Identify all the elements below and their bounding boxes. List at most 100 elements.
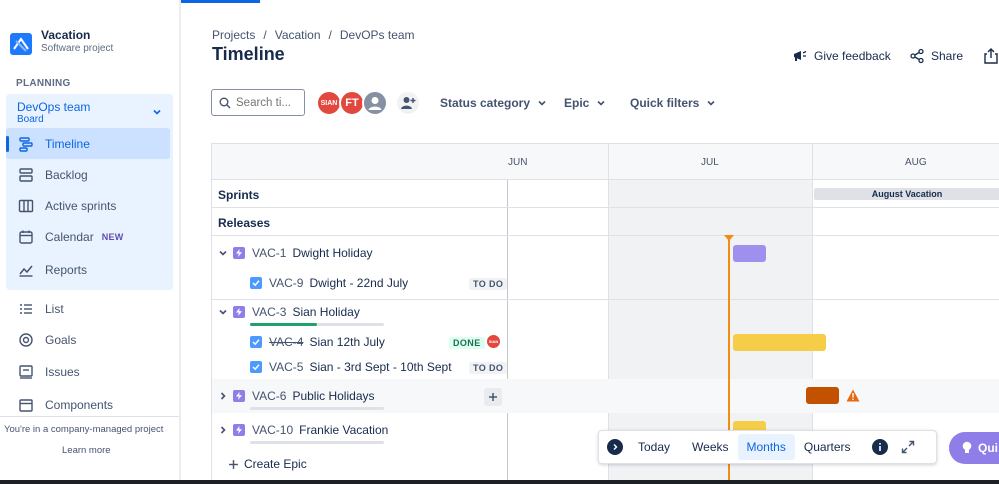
project-logo-icon	[10, 33, 32, 55]
sidebar-item-label: List	[45, 301, 64, 316]
task-icon	[250, 361, 262, 373]
give-feedback-label: Give feedback	[814, 49, 891, 63]
new-badge: NEW	[101, 231, 124, 242]
task-icon	[250, 277, 262, 289]
quarters-button[interactable]: Quarters	[795, 434, 860, 460]
breadcrumb-separator: /	[263, 28, 267, 42]
issue-key: VAC-4	[269, 335, 304, 349]
assignee-avatar[interactable]: SIAN	[486, 334, 501, 349]
months-button[interactable]: Months	[737, 434, 795, 460]
today-button[interactable]: Today	[629, 434, 679, 460]
timeline-bar-vac-6[interactable]	[806, 387, 839, 404]
progress-bar	[250, 441, 384, 444]
epic-row-vac-1[interactable]: VAC-1 Dwight Holiday	[212, 246, 373, 260]
epic-row-vac-6[interactable]: VAC-6 Public Holidays	[212, 389, 375, 403]
sidebar-item-reports[interactable]: Reports	[6, 254, 170, 285]
status-badge[interactable]: DONE	[449, 337, 485, 349]
warning-icon[interactable]	[846, 389, 860, 402]
create-epic-button[interactable]: Create Epic	[228, 457, 307, 471]
backlog-icon	[18, 167, 34, 183]
issue-key: VAC-10	[252, 423, 294, 437]
fullscreen-icon[interactable]	[901, 440, 915, 454]
epic-row-vac-10[interactable]: VAC-10 Frankie Vacation	[212, 423, 388, 437]
month-jul: JUL	[701, 157, 719, 168]
sidebar-item-timeline[interactable]: Timeline	[6, 128, 170, 159]
issue-title: Sian 12th July	[309, 335, 385, 349]
sidebar-item-backlog[interactable]: Backlog	[6, 159, 170, 190]
give-feedback-button[interactable]: Give feedback	[792, 48, 891, 64]
project-header[interactable]: Vacation Software project	[10, 28, 113, 55]
epic-row-vac-3[interactable]: VAC-3 Sian Holiday	[212, 305, 360, 319]
plus-icon	[489, 393, 497, 401]
issue-title: Sian - 3rd Sept - 10th Sept	[309, 360, 452, 374]
chevron-right-icon[interactable]	[218, 391, 228, 401]
chevron-down-icon[interactable]	[151, 106, 163, 118]
sidebar-item-list[interactable]: List	[6, 293, 170, 324]
chevron-down-icon	[707, 100, 715, 106]
chevron-right-icon[interactable]	[218, 425, 228, 435]
sprint-bar-august-vacation[interactable]: August Vacation	[814, 188, 999, 200]
sidebar-item-active-sprints[interactable]: Active sprints	[6, 190, 170, 221]
lightbulb-icon	[962, 441, 972, 453]
search-box[interactable]	[211, 89, 305, 116]
sprints-label: Sprints	[218, 188, 260, 202]
components-icon	[18, 397, 34, 413]
timeline-bar-vac-1[interactable]	[733, 245, 766, 262]
issue-title: Sian Holiday	[292, 305, 360, 319]
export-button[interactable]	[984, 48, 999, 64]
progress-fill	[250, 323, 317, 326]
status-category-dropdown[interactable]: Status category	[440, 96, 547, 110]
epic-dropdown[interactable]: Epic	[564, 96, 606, 110]
quickstart-label: Qui	[978, 441, 998, 455]
timeline-bar-vac-4[interactable]	[733, 334, 826, 351]
sidebar-item-label: Timeline	[45, 136, 90, 151]
timeline-view-controls: Today Weeks Months Quarters	[598, 430, 937, 464]
export-icon	[984, 48, 998, 64]
today-marker-arrow	[724, 235, 734, 241]
sidebar-item-label: Reports	[45, 262, 88, 277]
quick-filters-dropdown[interactable]: Quick filters	[630, 96, 716, 110]
breadcrumb-projects[interactable]: Projects	[212, 28, 255, 42]
add-child-button[interactable]	[484, 388, 502, 406]
breadcrumb-devops-team[interactable]: DevOPs team	[340, 28, 415, 42]
status-badge[interactable]: TO DO	[469, 362, 508, 374]
breadcrumb-separator: /	[328, 28, 332, 42]
breadcrumb-vacation[interactable]: Vacation	[275, 28, 321, 42]
collapse-panel-icon[interactable]	[607, 439, 623, 455]
add-people-button[interactable]	[395, 90, 421, 116]
learn-more-link[interactable]: Learn more	[62, 445, 111, 456]
issue-key: VAC-3	[252, 305, 287, 319]
sidebar-item-calendar[interactable]: Calendar NEW	[6, 221, 170, 252]
list-icon	[18, 301, 34, 317]
share-icon	[910, 48, 924, 64]
calendar-icon	[18, 229, 34, 245]
issue-title: Dwight Holiday	[292, 246, 373, 260]
progress-bar	[250, 407, 384, 410]
search-input[interactable]	[236, 96, 298, 109]
epic-icon	[233, 306, 245, 318]
goals-icon	[18, 332, 34, 348]
chevron-down-icon[interactable]	[218, 248, 228, 258]
month-jun: JUN	[508, 157, 528, 168]
child-row-vac-4[interactable]: VAC-4 Sian 12th July	[250, 335, 385, 349]
board-sub: Board	[17, 114, 44, 125]
search-icon	[219, 97, 231, 108]
child-row-vac-5[interactable]: VAC-5 Sian - 3rd Sept - 10th Sept	[250, 360, 452, 374]
weeks-button[interactable]: Weeks	[683, 434, 737, 460]
info-icon[interactable]	[871, 439, 888, 455]
bottom-edge	[0, 480, 999, 484]
share-label: Share	[931, 49, 964, 63]
sidebar-item-goals[interactable]: Goals	[6, 324, 170, 355]
quickstart-button[interactable]: Qui	[949, 432, 999, 464]
avatar-unassigned[interactable]	[362, 90, 388, 116]
quick-filters-label: Quick filters	[630, 96, 700, 110]
row-divider	[212, 235, 999, 236]
epic-filter-label: Epic	[564, 96, 590, 110]
sidebar-item-issues[interactable]: Issues	[6, 356, 170, 387]
issue-key: VAC-9	[269, 276, 304, 290]
child-row-vac-9[interactable]: VAC-9 Dwight - 22nd July	[250, 276, 408, 290]
epic-icon	[233, 424, 245, 436]
chevron-down-icon[interactable]	[218, 307, 228, 317]
status-badge[interactable]: TO DO	[469, 278, 508, 290]
share-button[interactable]: Share	[909, 48, 963, 64]
